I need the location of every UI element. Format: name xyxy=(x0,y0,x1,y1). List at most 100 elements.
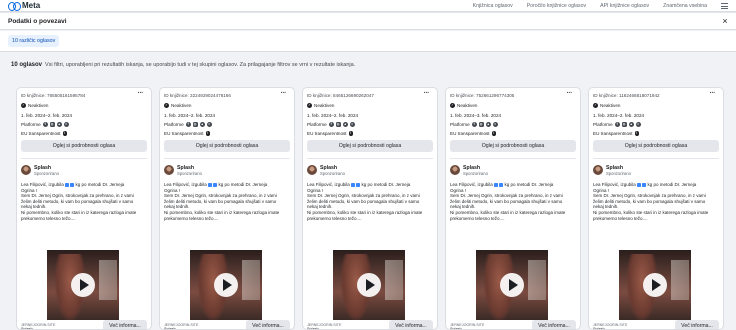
eu-transparency-label: EU transparentnost xyxy=(307,131,347,136)
ad-body-line: Sem Dr. Jernej Ogrin, strokovnjak za pre… xyxy=(593,193,706,199)
platforms: Platforme f ◎ ▲ ≈ xyxy=(450,122,498,127)
meta-logo[interactable]: Meta xyxy=(8,1,41,11)
nav-branded-content[interactable]: Znamčena vsebina xyxy=(663,3,707,9)
ad-video[interactable] xyxy=(476,250,548,320)
info-icon[interactable]: i xyxy=(348,131,354,136)
advertiser-avatar[interactable] xyxy=(593,165,603,175)
sponsored-label: Sponzorirano xyxy=(463,171,488,176)
ad-video[interactable] xyxy=(619,250,691,320)
platforms: Platforme f ◎ ▲ ≈ xyxy=(307,122,355,127)
modal-header: Podatki o povezavi xyxy=(0,13,736,30)
play-icon[interactable] xyxy=(214,273,238,297)
view-ad-details-button[interactable]: Oglej si podrobnosti oglasa xyxy=(593,140,719,152)
status-text: Neaktiven xyxy=(457,103,478,108)
eu-transparency-label: EU transparentnost xyxy=(21,131,61,136)
divider xyxy=(21,158,147,159)
more-options-icon[interactable]: ··· xyxy=(138,90,144,97)
platforms-label: Platforme xyxy=(593,122,613,127)
inactive-status-icon: ✓ xyxy=(307,103,312,108)
facebook-icon: f xyxy=(328,122,334,127)
play-icon[interactable] xyxy=(500,273,524,297)
number-emoji-icon xyxy=(65,182,70,187)
results-summary: 10 oglasov Vsi filtri, uporabljeni pri re… xyxy=(11,62,355,68)
sponsored-label: Sponzorirano xyxy=(34,171,59,176)
run-dates: 1. feb. 2024–2. feb. 2024 xyxy=(593,113,645,118)
facebook-icon: f xyxy=(185,122,191,127)
platforms: Platforme f ◎ ▲ ≈ xyxy=(164,122,212,127)
messenger-icon: ≈ xyxy=(206,122,212,127)
ad-body-line: prekomerno telesno težo.... xyxy=(307,215,362,221)
more-info-button[interactable]: Več informa... xyxy=(103,320,147,329)
advertiser-avatar[interactable] xyxy=(450,165,460,175)
ad-body-text: Lea Filipović, izgubila kg po metodi Dr.… xyxy=(307,182,435,221)
ad-card: ID knjižnice: 752661296774305 ··· ✓ Neak… xyxy=(445,87,581,330)
nav-ad-library-api[interactable]: API knjižnice oglasov xyxy=(600,3,649,9)
number-emoji-icon xyxy=(494,182,499,187)
ad-body-line: Ni pomembno, koliko ste stari in iz kate… xyxy=(164,209,280,215)
more-options-icon[interactable]: ··· xyxy=(281,90,287,97)
instagram-icon: ◎ xyxy=(49,122,55,127)
platforms: Platforme f ◎ ▲ ≈ xyxy=(21,122,69,127)
ad-variants-chip[interactable]: 10 različic oglasov xyxy=(8,35,60,47)
ad-video[interactable] xyxy=(333,250,405,320)
info-icon[interactable]: i xyxy=(62,131,68,136)
view-ad-details-button[interactable]: Oglej si podrobnosti oglasa xyxy=(21,140,147,152)
link-details-modal: Podatki o povezavi × 10 različic oglasov… xyxy=(0,13,736,330)
brand-name: Meta xyxy=(22,1,41,10)
ad-body-line: Ni pomembno, koliko ste stari in iz kate… xyxy=(593,209,709,215)
number-emoji-icon xyxy=(637,182,642,187)
view-ad-details-button[interactable]: Oglej si podrobnosti oglasa xyxy=(164,140,290,152)
info-icon[interactable]: i xyxy=(491,131,497,136)
more-info-button[interactable]: Več informa... xyxy=(532,320,576,329)
ad-body-line: Ni pomembno, koliko ste stari in iz kate… xyxy=(450,209,566,215)
status-text: Neaktiven xyxy=(314,103,335,108)
nav-ad-library[interactable]: Knjižnica oglasov xyxy=(473,3,513,9)
more-options-icon[interactable]: ··· xyxy=(567,90,573,97)
more-options-icon[interactable]: ··· xyxy=(710,90,716,97)
close-icon[interactable]: × xyxy=(721,17,729,26)
platforms-label: Platforme xyxy=(450,122,470,127)
info-icon[interactable]: i xyxy=(205,131,211,136)
eu-transparency: EU transparentnost i xyxy=(21,131,68,136)
number-emoji-icon xyxy=(351,182,356,187)
advertiser-avatar[interactable] xyxy=(21,165,31,175)
eu-transparency: EU transparentnost i xyxy=(450,131,497,136)
advertiser-avatar[interactable] xyxy=(164,165,174,175)
play-icon[interactable] xyxy=(643,273,667,297)
inactive-status-icon: ✓ xyxy=(593,103,598,108)
messenger-icon: ≈ xyxy=(63,122,69,127)
play-icon[interactable] xyxy=(357,273,381,297)
inactive-status-icon: ✓ xyxy=(21,103,26,108)
ad-card: ID knjižnice: 8465126690262047 ··· ✓ Nea… xyxy=(302,87,438,330)
ad-body-line: prekomerno telesno težo.... xyxy=(593,215,648,221)
ad-card: ID knjižnice: 1162466818071942 ··· ✓ Nea… xyxy=(588,87,724,330)
view-ad-details-button[interactable]: Oglej si podrobnosti oglasa xyxy=(307,140,433,152)
results-count: 10 oglasov xyxy=(11,62,43,68)
divider xyxy=(593,158,719,159)
view-ad-details-button[interactable]: Oglej si podrobnosti oglasa xyxy=(450,140,576,152)
play-icon[interactable] xyxy=(71,273,95,297)
more-options-icon[interactable]: ··· xyxy=(424,90,430,97)
ad-video[interactable] xyxy=(190,250,262,320)
platforms-label: Platforme xyxy=(164,122,184,127)
status-text: Neaktiven xyxy=(171,103,192,108)
run-dates: 1. feb. 2024–3. feb. 2024 xyxy=(450,113,502,118)
ad-status: ✓ Neaktiven xyxy=(307,103,334,108)
top-bar: Meta Knjižnica oglasov Poročilo knjižnic… xyxy=(0,0,736,12)
more-info-button[interactable]: Več informa... xyxy=(246,320,290,329)
hamburger-menu-icon[interactable] xyxy=(721,3,728,9)
more-info-button[interactable]: Več informa... xyxy=(389,320,433,329)
modal-title: Podatki o povezavi xyxy=(8,17,67,25)
ad-body-text: Lea Filipović, izgubila kg po metodi Dr.… xyxy=(21,182,149,221)
nav-ad-library-report[interactable]: Poročilo knjižnice oglasov xyxy=(527,3,586,9)
info-icon[interactable]: i xyxy=(634,131,640,136)
advertiser-avatar[interactable] xyxy=(307,165,317,175)
ad-body-line: prekomerno telesno težo.... xyxy=(21,215,76,221)
ad-body-line: Sem Dr. Jernej Ogrin, strokovnjak za pre… xyxy=(21,193,134,199)
run-dates: 1. feb. 2024–2. feb. 2024 xyxy=(307,113,359,118)
library-id: ID knjižnice: 1162466818071942 xyxy=(593,93,660,98)
ad-video[interactable] xyxy=(47,250,119,320)
divider xyxy=(450,158,576,159)
eu-transparency-label: EU transparentnost xyxy=(593,131,633,136)
more-info-button[interactable]: Več informa... xyxy=(675,320,719,329)
